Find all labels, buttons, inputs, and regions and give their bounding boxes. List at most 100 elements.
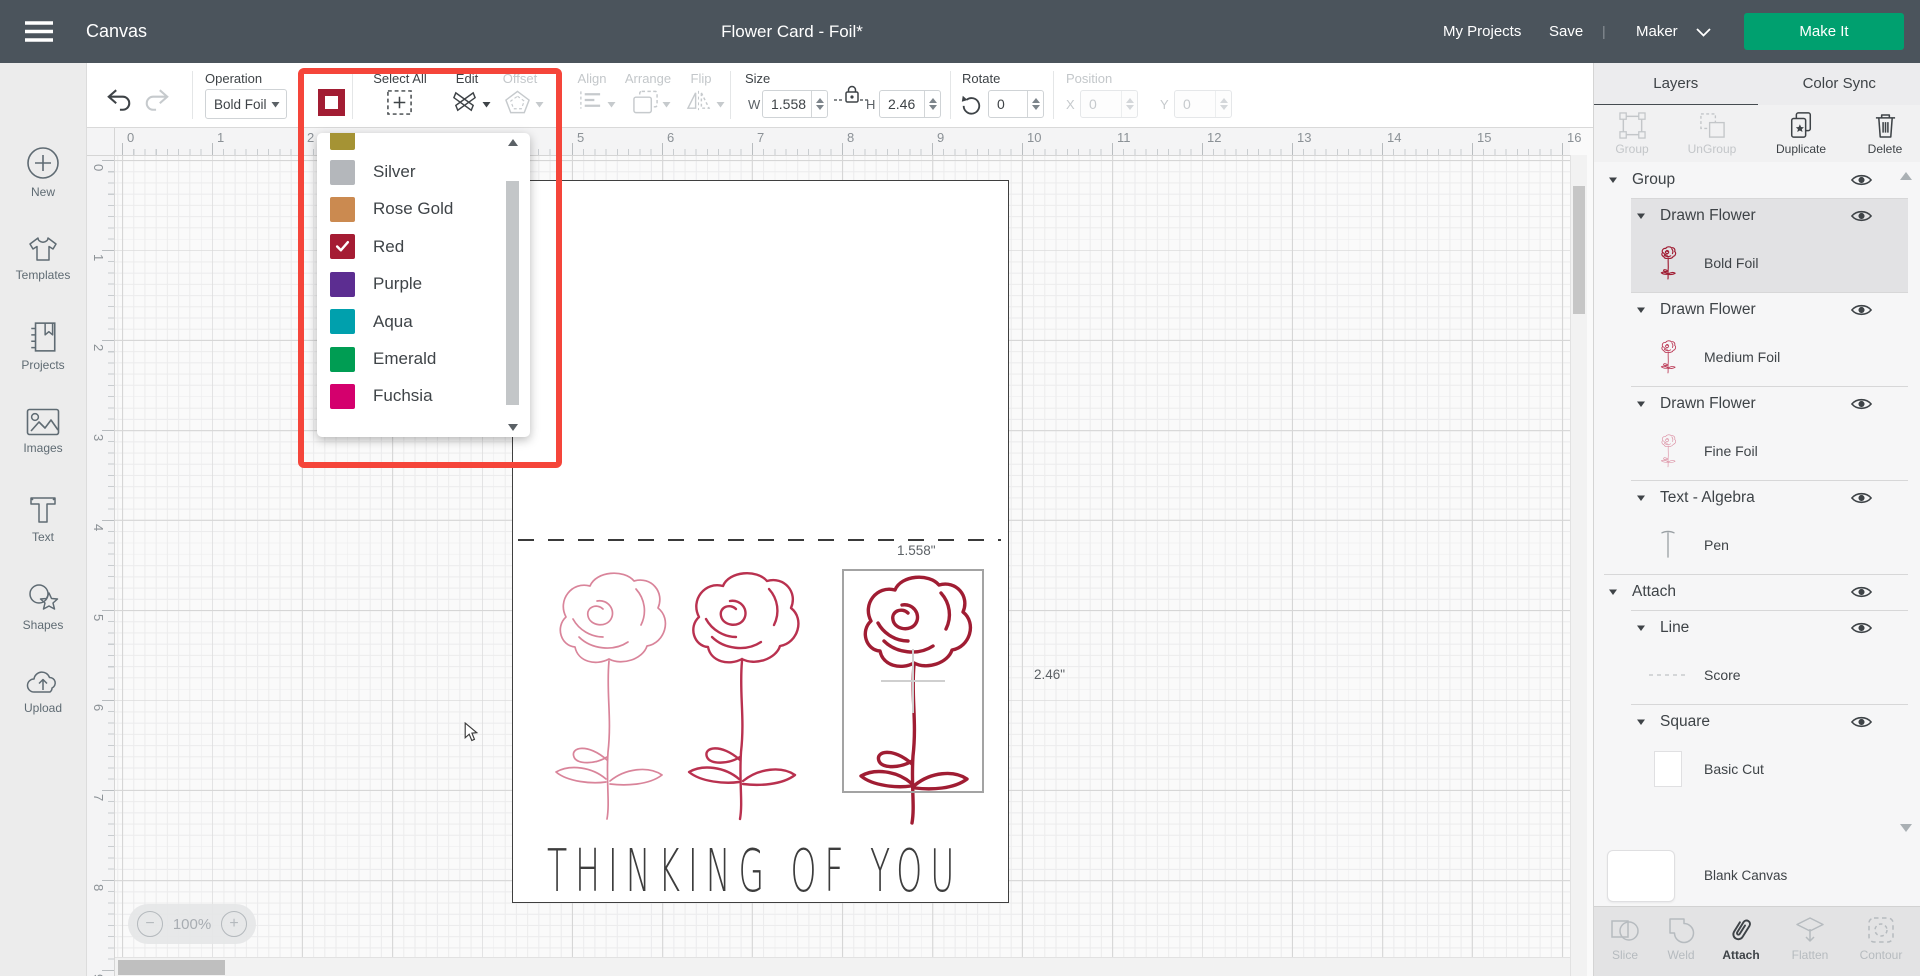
color-picker-scrollbar[interactable] <box>505 137 521 433</box>
zoom-in-button[interactable]: + <box>221 911 247 937</box>
layer-group-drawn-flower[interactable]: Drawn Flower <box>1594 198 1920 234</box>
ruler-corner <box>86 127 115 156</box>
list-scroll-up-icon[interactable] <box>1900 172 1912 180</box>
visibility-eye-icon[interactable] <box>1850 584 1873 600</box>
rotate-input[interactable]: 0 <box>988 90 1044 118</box>
sidebar-item-new[interactable]: New <box>0 146 86 199</box>
layer-medium-foil[interactable]: Medium Foil <box>1594 328 1920 386</box>
tab-layers[interactable]: Layers <box>1594 63 1758 105</box>
arrange-icon[interactable] <box>632 89 659 115</box>
color-picker-scrollbar-thumb[interactable] <box>506 181 519 405</box>
scroll-up-arrow-icon[interactable] <box>508 139 518 146</box>
make-it-button[interactable]: Make It <box>1744 13 1904 50</box>
attach-button[interactable]: Attach <box>1712 914 1770 962</box>
card-text[interactable]: THINKING OF YOU <box>547 836 962 905</box>
top-bar: Canvas Flower Card - Foil* My Projects S… <box>0 0 1920 63</box>
height-input[interactable]: 2.46 <box>879 90 941 118</box>
expander-triangle-icon[interactable] <box>1608 176 1618 184</box>
color-option-partial[interactable] <box>317 133 503 155</box>
color-option-rose-gold[interactable]: Rose Gold <box>317 191 503 227</box>
layer-group-line[interactable]: Line <box>1594 610 1920 646</box>
vertical-scrollbar-thumb[interactable] <box>1573 186 1585 314</box>
rotate-stepper[interactable] <box>1027 91 1043 117</box>
ruler-number: 5 <box>577 130 584 145</box>
arrange-dropdown-caret-icon[interactable] <box>662 101 671 108</box>
align-dropdown-caret-icon[interactable] <box>607 101 616 108</box>
undo-icon[interactable] <box>105 87 133 112</box>
visibility-eye-icon[interactable] <box>1850 302 1873 318</box>
machine-select[interactable]: Maker <box>1636 0 1678 63</box>
visibility-eye-icon[interactable] <box>1850 620 1873 636</box>
layer-score[interactable]: Score <box>1594 646 1920 704</box>
my-projects-link[interactable]: My Projects <box>1443 0 1521 63</box>
save-link[interactable]: Save <box>1549 0 1583 63</box>
rotate-icon[interactable] <box>960 93 982 115</box>
layer-fine-foil[interactable]: Fine Foil <box>1594 422 1920 480</box>
visibility-eye-icon[interactable] <box>1850 396 1873 412</box>
color-option-emerald[interactable]: Emerald <box>317 341 503 377</box>
expander-triangle-icon[interactable] <box>1636 718 1646 726</box>
layer-bold-foil[interactable]: Bold Foil <box>1594 234 1920 292</box>
layer-basic-cut[interactable]: Basic Cut <box>1594 740 1920 798</box>
sidebar-item-upload[interactable]: Upload <box>0 670 86 715</box>
horizontal-scrollbar[interactable] <box>86 957 1570 976</box>
layer-group-drawn-flower[interactable]: Drawn Flower <box>1594 386 1920 422</box>
card-artboard[interactable]: 1.558" THINKING OF YOU <box>512 180 1009 903</box>
layer-group-group[interactable]: Group <box>1594 162 1920 198</box>
expander-triangle-icon[interactable] <box>1636 212 1646 220</box>
color-option-fuchsia[interactable]: Fuchsia <box>317 378 503 414</box>
visibility-eye-icon[interactable] <box>1850 714 1873 730</box>
select-all-icon[interactable] <box>386 89 413 116</box>
offset-icon[interactable] <box>504 89 531 115</box>
expander-triangle-icon[interactable] <box>1608 588 1618 596</box>
layer-group-attach[interactable]: Attach <box>1594 574 1920 610</box>
width-input[interactable]: 1.558 <box>762 90 828 118</box>
drawn-flower-fine-foil[interactable] <box>546 567 676 827</box>
delete-button[interactable]: Delete <box>1853 111 1917 156</box>
layer-color-swatch-button[interactable] <box>318 89 345 116</box>
sidebar-item-text[interactable]: Text <box>0 495 86 544</box>
redo-icon[interactable] <box>143 87 171 112</box>
offset-dropdown-caret-icon[interactable] <box>535 101 544 108</box>
expander-triangle-icon[interactable] <box>1636 624 1646 632</box>
list-scroll-down-icon[interactable] <box>1900 824 1912 832</box>
flip-dropdown-caret-icon[interactable] <box>716 101 725 108</box>
layer-pen[interactable]: Pen <box>1594 516 1920 574</box>
duplicate-button[interactable]: Duplicate <box>1769 111 1833 156</box>
drawn-flower-medium-foil[interactable] <box>679 567 809 827</box>
scroll-down-arrow-icon[interactable] <box>508 424 518 431</box>
ruler-number: 4 <box>91 524 106 531</box>
tab-color-sync[interactable]: Color Sync <box>1758 63 1920 105</box>
sidebar-item-images[interactable]: Images <box>0 408 86 455</box>
edit-dropdown-caret-icon[interactable] <box>482 101 491 108</box>
score-fold-line[interactable] <box>518 539 1001 541</box>
visibility-eye-icon[interactable] <box>1850 172 1873 188</box>
expander-triangle-icon[interactable] <box>1636 494 1646 502</box>
layer-group-text-algebra[interactable]: Text - Algebra <box>1594 480 1920 516</box>
horizontal-scrollbar-thumb[interactable] <box>118 960 225 975</box>
hamburger-menu-icon[interactable] <box>24 21 54 42</box>
color-option-purple[interactable]: Purple <box>317 266 503 302</box>
sidebar-item-templates[interactable]: Templates <box>0 233 86 282</box>
sidebar-item-shapes[interactable]: Shapes <box>0 583 86 632</box>
width-stepper[interactable] <box>811 91 827 117</box>
chevron-down-icon[interactable] <box>1696 28 1711 37</box>
color-option-red[interactable]: Red <box>317 229 503 265</box>
edit-tools-icon[interactable] <box>450 89 479 116</box>
layer-group-square[interactable]: Square <box>1594 704 1920 740</box>
visibility-eye-icon[interactable] <box>1850 490 1873 506</box>
flip-icon[interactable] <box>684 89 713 112</box>
color-option-silver[interactable]: Silver <box>317 154 503 190</box>
vertical-scrollbar[interactable] <box>1570 155 1587 976</box>
height-stepper[interactable] <box>924 91 940 117</box>
blank-canvas-swatch[interactable] <box>1607 850 1675 902</box>
operation-select[interactable]: Bold Foil <box>205 89 287 119</box>
expander-triangle-icon[interactable] <box>1636 306 1646 314</box>
visibility-eye-icon[interactable] <box>1850 208 1873 224</box>
layer-group-drawn-flower[interactable]: Drawn Flower <box>1594 292 1920 328</box>
sidebar-item-projects[interactable]: Projects <box>0 321 86 372</box>
zoom-out-button[interactable]: − <box>137 911 163 937</box>
expander-triangle-icon[interactable] <box>1636 400 1646 408</box>
align-icon[interactable] <box>578 89 603 111</box>
color-option-aqua[interactable]: Aqua <box>317 304 503 340</box>
